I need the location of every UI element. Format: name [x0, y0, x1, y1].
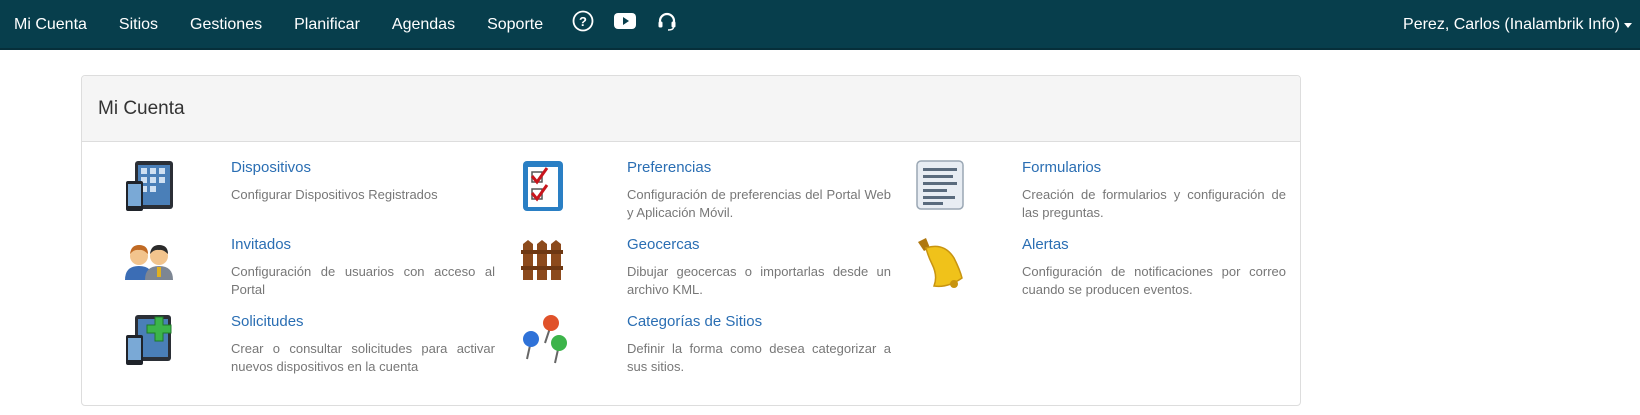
solicitudes-desc: Crear o consultar solicitudes para activ… [231, 341, 495, 374]
help-icon[interactable]: ? [565, 0, 601, 46]
item-geocercas: Geocercas Dibujar geocercas o importarla… [519, 236, 899, 300]
chevron-down-icon [1624, 22, 1632, 28]
pins-icon [519, 313, 579, 373]
item-invitados: Invitados Configuración de usuarios con … [123, 236, 503, 300]
nav-sitios[interactable]: Sitios [103, 0, 174, 50]
nav-mi-cuenta[interactable]: Mi Cuenta [0, 0, 103, 50]
mi-cuenta-panel: Mi Cuenta Dispositivos Configurar Dispos… [81, 75, 1301, 406]
form-icon [914, 159, 974, 219]
invitados-desc: Configuración de usuarios con acceso al … [231, 264, 495, 297]
preferencias-link[interactable]: Preferencias [627, 159, 711, 176]
top-navbar: Mi Cuenta Sitios Gestiones Planificar Ag… [0, 0, 1640, 50]
dispositivos-link[interactable]: Dispositivos [231, 159, 311, 176]
user-menu[interactable]: Perez, Carlos (Inalambrik Info) [1403, 0, 1632, 50]
nav-soporte[interactable]: Soporte [471, 0, 559, 50]
bell-icon [914, 236, 974, 296]
solicitudes-link[interactable]: Solicitudes [231, 313, 304, 330]
dispositivos-desc: Configurar Dispositivos Registrados [231, 187, 438, 202]
user-name: Perez, Carlos (Inalambrik Info) [1403, 16, 1620, 33]
categorias-sitios-link[interactable]: Categorías de Sitios [627, 313, 762, 330]
users-icon [123, 236, 183, 296]
headset-icon[interactable] [649, 0, 685, 46]
youtube-icon[interactable] [607, 0, 643, 46]
checklist-icon [519, 159, 579, 219]
invitados-link[interactable]: Invitados [231, 236, 291, 253]
item-solicitudes: Solicitudes Crear o consultar solicitude… [123, 313, 503, 377]
item-categorias-sitios: Categorías de Sitios Definir la forma co… [519, 313, 899, 377]
item-preferencias: Preferencias Configuración de preferenci… [519, 159, 899, 223]
add-device-icon [123, 313, 183, 373]
nav-gestiones[interactable]: Gestiones [174, 0, 278, 50]
formularios-desc: Creación de formularios y configuración … [1022, 187, 1286, 220]
item-alertas: Alertas Configuración de notificaciones … [914, 236, 1294, 300]
geocercas-link[interactable]: Geocercas [627, 236, 700, 253]
item-dispositivos: Dispositivos Configurar Dispositivos Reg… [123, 159, 503, 223]
geocercas-desc: Dibujar geocercas o importarlas desde un… [627, 264, 891, 297]
nav-menu: Mi Cuenta Sitios Gestiones Planificar Ag… [0, 0, 685, 50]
formularios-link[interactable]: Formularios [1022, 159, 1101, 176]
alertas-link[interactable]: Alertas [1022, 236, 1069, 253]
fence-icon [519, 236, 579, 296]
nav-agendas[interactable]: Agendas [376, 0, 471, 50]
panel-title: Mi Cuenta [98, 97, 185, 119]
svg-text:?: ? [579, 14, 587, 29]
panel-heading: Mi Cuenta [82, 76, 1300, 142]
preferencias-desc: Configuración de preferencias del Portal… [627, 187, 891, 220]
devices-icon [123, 159, 183, 219]
nav-planificar[interactable]: Planificar [278, 0, 376, 50]
item-formularios: Formularios Creación de formularios y co… [914, 159, 1294, 223]
alertas-desc: Configuración de notificaciones por corr… [1022, 264, 1286, 297]
categorias-sitios-desc: Definir la forma como desea categorizar … [627, 341, 891, 374]
